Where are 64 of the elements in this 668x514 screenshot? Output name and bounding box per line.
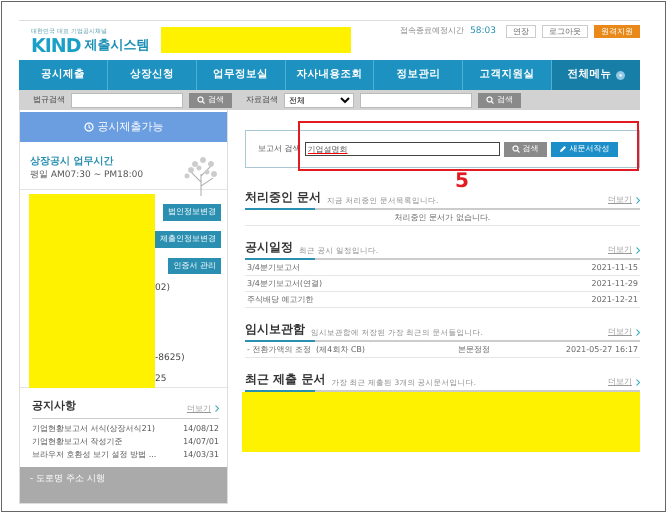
draft-date: 2021-05-27 16:17 xyxy=(566,344,638,356)
notice-date: 14/03/31 xyxy=(183,448,219,460)
schedule-name: 3/4분기보고서 xyxy=(247,262,300,274)
chevron-right-icon xyxy=(215,405,219,412)
chevron-right-icon xyxy=(636,328,640,336)
doc-search-label: 자료검색 xyxy=(246,94,278,106)
chevron-right-icon xyxy=(636,196,640,204)
notice-date: 14/08/12 xyxy=(183,422,219,434)
law-search-field[interactable] xyxy=(71,92,183,108)
info-text: 25 xyxy=(155,373,166,386)
more-link[interactable]: 더보기 xyxy=(608,194,640,206)
annotation-number: 5 xyxy=(455,170,470,188)
more-link[interactable]: 더보기 xyxy=(608,326,640,338)
schedule-date: 2021-11-29 xyxy=(592,278,638,290)
doc-search-field[interactable] xyxy=(360,92,472,108)
logo-wordmark: KIND xyxy=(31,36,80,56)
hours-text: 평일 AM07:30 ~ PM18:00 xyxy=(30,169,144,182)
notice-link[interactable]: 기업현황보고서 작성기준 xyxy=(32,434,123,448)
category-dropdown[interactable]: 전체 xyxy=(284,92,354,108)
chevron-right-icon xyxy=(636,246,640,254)
clock-icon xyxy=(84,122,94,132)
notice-link[interactable]: 브라우저 호환성 보기 설정 방법 ... xyxy=(32,448,156,460)
remote-support-button[interactable]: 원격지원 xyxy=(594,25,640,38)
search-icon xyxy=(197,96,205,104)
schedule-date: 2021-11-15 xyxy=(592,262,638,274)
account-button[interactable]: 제출인정보변경 xyxy=(155,230,221,248)
search-icon xyxy=(486,96,494,104)
header-button[interactable]: 연장 xyxy=(506,25,536,38)
law-search-label: 법규검색 xyxy=(33,94,65,106)
report-search-button[interactable]: 검색 xyxy=(504,142,547,156)
schedule-name: 주식배당 예고기한 xyxy=(247,294,314,306)
hours-title: 상장공시 업무시간 xyxy=(30,155,114,169)
draft-type: 본문정정 xyxy=(458,344,490,356)
law-search-button[interactable]: 검색 xyxy=(189,92,232,108)
account-button[interactable]: 인증서 관리 xyxy=(168,258,221,274)
search-icon xyxy=(512,145,520,153)
more-link[interactable]: 더보기 xyxy=(608,244,640,256)
section-title: 최근 제출 문서 xyxy=(245,371,326,388)
pencil-icon xyxy=(558,145,567,153)
chevron-right-icon xyxy=(636,378,640,386)
report-search-field[interactable]: 기업설명회 xyxy=(304,142,500,156)
section-title: 처리중인 문서 xyxy=(245,189,322,206)
session-timer: 58:03 xyxy=(470,25,496,38)
info-text: 02) xyxy=(155,282,170,296)
notice-banner: - 도로명 주소 시행 xyxy=(20,466,227,503)
draft-link[interactable]: - 전환가액의 조정 (제4회차 CB) xyxy=(247,342,382,357)
new-document-button[interactable]: 새문서작성 xyxy=(550,142,618,156)
account-button[interactable]: 법인정보변경 xyxy=(163,204,221,221)
notice-date: 14/07/01 xyxy=(183,436,219,448)
schedule-name: 3/4분기보고서(연결) xyxy=(247,278,322,290)
doc-search-button[interactable]: 검색 xyxy=(478,92,521,108)
more-link[interactable]: 더보기 xyxy=(608,376,640,388)
logo-title: 제출시스템 xyxy=(84,37,150,55)
info-text: -8625) xyxy=(155,352,185,365)
notice-link[interactable]: 기업현황보고서 서식(상장서식21) xyxy=(32,422,155,434)
status-text: 공시제출가능 xyxy=(98,118,164,135)
header-button[interactable]: 로그아웃 xyxy=(542,25,588,38)
session-timer-label: 접속종료예정시간 xyxy=(400,25,464,37)
more-link[interactable]: 더보기 xyxy=(187,402,219,414)
section-title: 공시일정 xyxy=(245,239,293,256)
empty-message: 처리중인 문서가 없습니다. xyxy=(394,212,490,224)
section-title: 임시보관함 xyxy=(245,321,305,338)
schedule-date: 2021-12-21 xyxy=(592,294,638,306)
section-title: 공지사항 xyxy=(32,398,76,414)
